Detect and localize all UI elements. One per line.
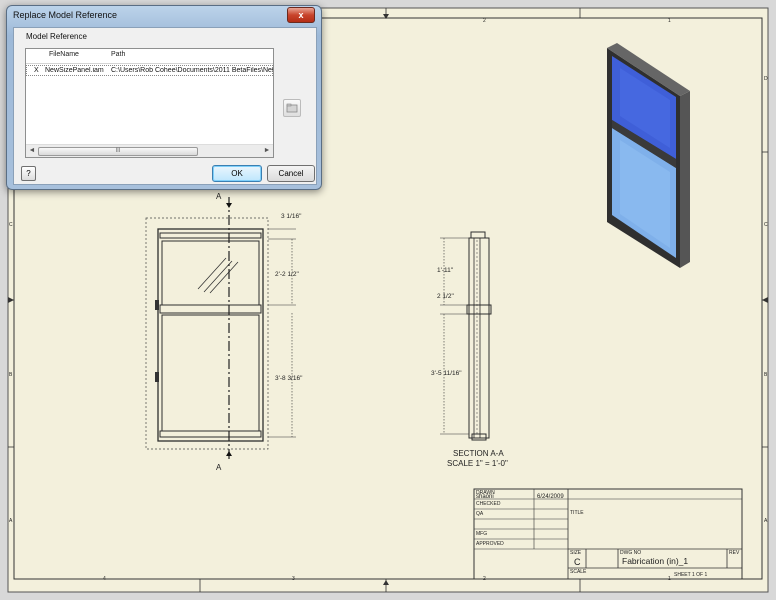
cancel-button[interactable]: Cancel [267, 165, 315, 182]
section-title: SECTION A-A [453, 449, 504, 458]
list-header: FileName Path [26, 49, 273, 64]
dialog-client: Model Reference FileName Path X NewSizeP… [13, 27, 317, 185]
dimension-label: 1'-11" [437, 267, 454, 274]
scroll-right-icon[interactable]: ► [261, 145, 273, 157]
section-scale: SCALE 1" = 1'-0" [447, 459, 508, 468]
column-header-filename[interactable]: FileName [49, 51, 79, 58]
close-button[interactable]: x [287, 7, 315, 23]
row-path: C:\Users\Rob Cohee\Documents\2011 BetaFi… [111, 67, 273, 74]
dimension-label: 2'-2 1/2" [275, 271, 299, 278]
scroll-left-icon[interactable]: ◄ [26, 145, 38, 157]
tb-size-label: SIZE [570, 550, 582, 556]
tb-qa-label: QA [476, 511, 484, 517]
section-marker-bottom: A [216, 463, 222, 472]
border-col-label: 3 [292, 576, 295, 582]
tb-approved-label: APPROVED [476, 541, 504, 547]
tb-size-value: C [574, 557, 581, 567]
dimension-label: 2 1/2" [437, 293, 454, 300]
model-reference-label: Model Reference [26, 32, 87, 41]
scroll-thumb[interactable]: III [38, 147, 198, 156]
row-filename: NewSizePanel.iam [45, 67, 104, 74]
border-row-label: C [9, 222, 13, 228]
tb-rev-label: REV [729, 550, 740, 556]
row-status: X [34, 67, 39, 74]
dimension-label: 3'-5 11/16" [431, 370, 462, 377]
dialog-titlebar[interactable]: Replace Model Reference x [7, 6, 321, 26]
browse-button[interactable] [283, 99, 301, 117]
close-icon: x [298, 10, 304, 20]
tb-sheet-label: SHEET 1 OF 1 [674, 572, 707, 578]
border-col-label: 1 [668, 18, 671, 24]
help-icon: ? [26, 169, 31, 178]
tb-title-label: TITLE [570, 510, 584, 516]
dimension-label: 3'-8 3/16" [275, 375, 303, 382]
tb-mfg-label: MFG [476, 531, 487, 537]
tb-drawn-date: 6/24/2009 [537, 494, 564, 500]
border-row-label: D [764, 76, 768, 82]
dimension-label: 3 1/16" [281, 213, 302, 220]
column-header-path[interactable]: Path [111, 51, 125, 58]
replace-model-reference-dialog[interactable]: Replace Model Reference x Model Referenc… [6, 5, 322, 190]
model-reference-list[interactable]: FileName Path X NewSizePanel.iam C:\User… [25, 48, 274, 158]
tb-scale-label: SCALE [570, 569, 587, 575]
ok-button[interactable]: OK [212, 165, 262, 182]
tb-drawn-by: shaoni [476, 494, 494, 500]
tb-dwg-value: Fabrication (in)_1 [622, 556, 688, 566]
border-col-label: 4 [103, 576, 106, 582]
list-item[interactable]: X NewSizePanel.iam C:\Users\Rob Cohee\Do… [26, 65, 273, 76]
horizontal-scrollbar[interactable]: ◄ III ► [26, 144, 273, 157]
border-col-label: 2 [483, 18, 486, 24]
scroll-grip-icon: III [115, 148, 121, 154]
help-button[interactable]: ? [21, 166, 36, 181]
dialog-title: Replace Model Reference [13, 10, 118, 20]
tb-checked-label: CHECKED [476, 501, 501, 507]
section-marker-top: A [216, 192, 222, 201]
folder-icon [286, 103, 298, 113]
border-row-label: C [764, 222, 768, 228]
